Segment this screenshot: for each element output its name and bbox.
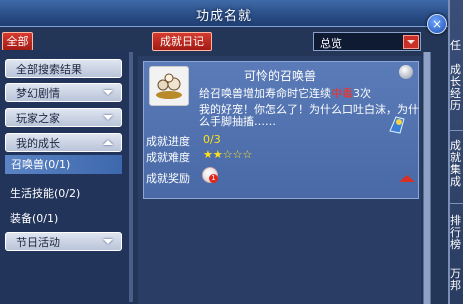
close-icon: × xyxy=(431,17,443,31)
chevron-down-icon xyxy=(103,115,113,120)
sidebar-subitem-equipment[interactable]: 装备(0/1) xyxy=(10,210,58,226)
progress-value: 0/3 xyxy=(203,133,221,146)
status-icon xyxy=(399,65,413,79)
right-tab-leaderboard[interactable]: 排行榜 xyxy=(450,215,463,251)
sidebar-item-festival[interactable]: 节日活动 xyxy=(5,232,122,251)
chevron-down-icon[interactable] xyxy=(403,35,419,49)
achievement-diary-button[interactable]: 成就日记 xyxy=(152,32,212,51)
sidebar-item-player-home[interactable]: 玩家之家 xyxy=(5,108,122,127)
right-tab-wanbang[interactable]: 万邦 xyxy=(450,268,463,292)
sidebar-subitem-summon[interactable]: 召唤兽(0/1) xyxy=(5,155,122,174)
pet-figure-icon xyxy=(389,116,405,134)
sidebar-scrollbar[interactable] xyxy=(129,52,133,302)
right-tab-task[interactable]: 任 xyxy=(450,40,463,52)
window-title: 功成名就 xyxy=(195,9,252,24)
right-tab-growth-history[interactable]: 成长经历 xyxy=(450,64,463,112)
sidebar-item-label: 我的成长 xyxy=(16,137,60,150)
achievement-description: 给召唤兽增加寿命时它连续中毒3次 xyxy=(199,87,371,100)
reward-label: 成就奖励 xyxy=(146,172,190,185)
sidebar-item-all-results[interactable]: 全部搜索结果 xyxy=(5,59,122,78)
category-sidebar: 全部搜索结果 梦幻剧情 玩家之家 我的成长 xyxy=(0,50,134,304)
all-button[interactable]: 全部 xyxy=(2,32,33,51)
filter-dropdown[interactable]: 总览 xyxy=(313,32,421,51)
chevron-up-icon xyxy=(103,140,113,145)
achievement-title: 可怜的召唤兽 xyxy=(243,69,316,83)
collapse-arrow-icon[interactable] xyxy=(399,175,415,182)
sidebar-item-my-growth[interactable]: 我的成长 xyxy=(5,133,122,152)
chevron-down-icon xyxy=(103,239,113,244)
reward-count-badge: 1 xyxy=(209,174,218,183)
tab-divider xyxy=(450,203,463,204)
scrollbar-thumb[interactable] xyxy=(129,52,133,302)
list-scrollbar[interactable] xyxy=(423,52,431,304)
sidebar-item-label: 梦幻剧情 xyxy=(16,87,60,100)
sidebar-subitem-life-skills[interactable]: 生活技能(0/2) xyxy=(10,185,80,201)
sidebar-item-label: 全部搜索结果 xyxy=(16,63,82,76)
achievement-window: 功成名就 × 全部 成就日记 总览 全部搜索结果 梦幻剧情 玩家之家 我的成长 … xyxy=(0,0,450,304)
filter-value: 总览 xyxy=(320,37,342,50)
close-button[interactable]: × xyxy=(427,14,447,34)
difficulty-label: 成就难度 xyxy=(146,151,190,164)
sidebar-item-label: 玩家之家 xyxy=(16,112,60,125)
tab-divider xyxy=(450,130,463,131)
difficulty-stars: ★★☆☆☆ xyxy=(203,148,253,161)
chevron-down-icon xyxy=(103,90,113,95)
sidebar-item-story[interactable]: 梦幻剧情 xyxy=(5,83,122,102)
right-tab-achievement-collection[interactable]: 成就集成 xyxy=(450,140,463,188)
progress-label: 成就进度 xyxy=(146,135,190,148)
window-titlebar[interactable]: 功成名就 xyxy=(0,0,448,27)
scrollbar-thumb[interactable] xyxy=(424,52,430,304)
achievement-flavor-line2: 么手脚抽搐…… xyxy=(199,115,276,128)
sidebar-item-label: 节日活动 xyxy=(16,236,60,249)
